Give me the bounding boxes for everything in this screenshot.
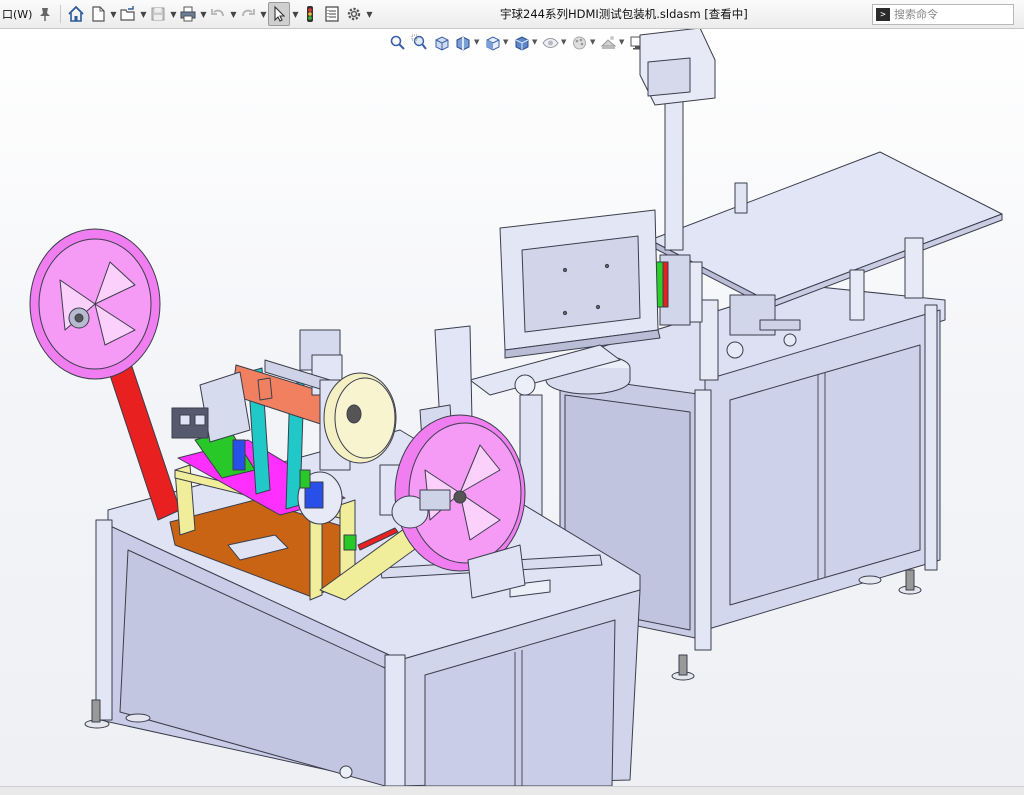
search-commands-box[interactable]: > bbox=[872, 4, 1014, 25]
pin-icon[interactable] bbox=[35, 3, 55, 25]
search-commands-input[interactable] bbox=[894, 8, 1004, 21]
window-menu[interactable]: 口(W) bbox=[0, 6, 34, 22]
rebuild-traffic-light-icon[interactable] bbox=[300, 3, 320, 25]
open-dropdown-icon[interactable]: ▼ bbox=[139, 10, 147, 19]
undo-dropdown-icon[interactable]: ▼ bbox=[229, 10, 237, 19]
print-icon[interactable] bbox=[178, 3, 198, 25]
redo-icon[interactable] bbox=[238, 3, 258, 25]
select-dropdown-icon[interactable]: ▼ bbox=[291, 10, 299, 19]
cream-tape-roll[interactable] bbox=[323, 372, 397, 464]
options-gear-icon[interactable] bbox=[344, 3, 364, 25]
file-properties-icon[interactable] bbox=[322, 3, 342, 25]
left-tape-reel[interactable] bbox=[29, 228, 181, 521]
assembly-model-render[interactable] bbox=[0, 29, 1024, 786]
home-icon[interactable] bbox=[66, 3, 86, 25]
save-icon[interactable] bbox=[148, 3, 168, 25]
print-dropdown-icon[interactable]: ▼ bbox=[199, 10, 207, 19]
open-folder-icon[interactable] bbox=[118, 3, 138, 25]
graphics-viewport[interactable]: ▼ ▼ ▼ ▼ ▼ ▼ ▼ bbox=[0, 29, 1024, 786]
toolbar-separator bbox=[60, 5, 62, 23]
save-dropdown-icon[interactable]: ▼ bbox=[169, 10, 177, 19]
command-prompt-icon: > bbox=[876, 8, 890, 21]
new-dropdown-icon[interactable]: ▼ bbox=[109, 10, 117, 19]
options-dropdown-icon[interactable]: ▼ bbox=[365, 10, 373, 19]
document-title: 宇球244系列HDMI测试包装机.sldasm [查看中] bbox=[500, 7, 748, 21]
undo-icon[interactable] bbox=[208, 3, 228, 25]
select-pointer-icon[interactable] bbox=[268, 2, 291, 26]
redo-dropdown-icon[interactable]: ▼ bbox=[259, 10, 267, 19]
title-toolbar: 口(W) ▼ ▼ ▼ ▼ ▼ ▼ ▼ ▼ 宇球244系列HDMI测试包装机.sl… bbox=[0, 0, 1024, 29]
new-document-icon[interactable] bbox=[88, 3, 108, 25]
